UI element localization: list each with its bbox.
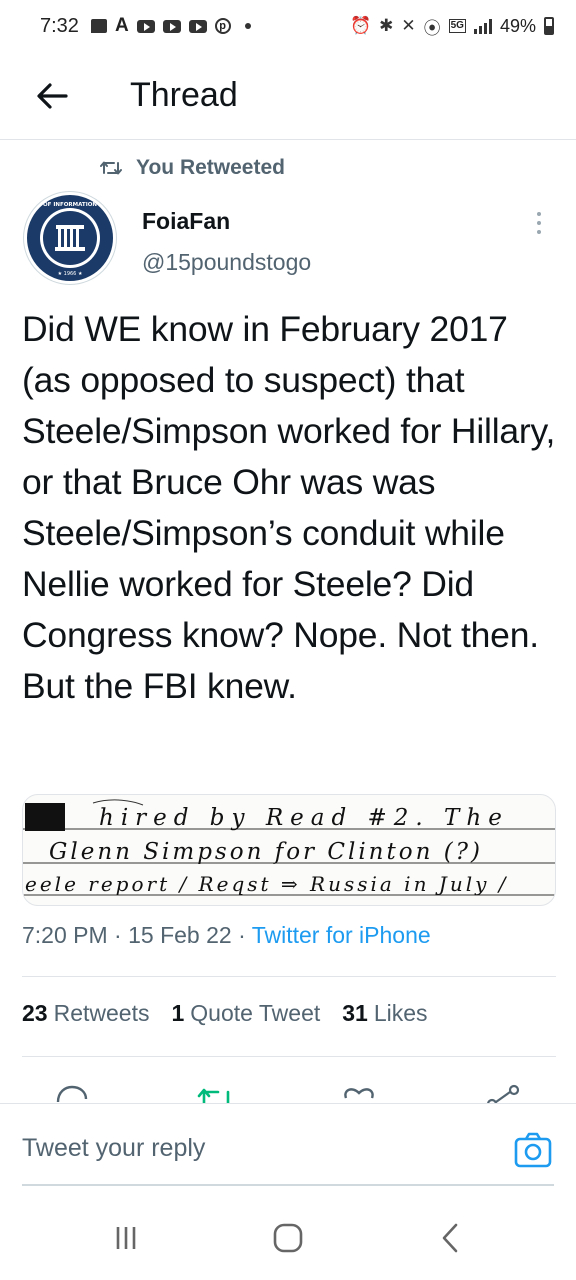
likes-count: 31 <box>342 1000 368 1026</box>
mute-icon: ✕ <box>401 16 416 35</box>
back-icon <box>442 1223 458 1253</box>
status-right: ⏰ ✱ ✕ ⦿ 5G 49% <box>350 14 554 39</box>
system-back-button[interactable] <box>420 1216 480 1260</box>
page-title: Thread <box>130 76 238 114</box>
reply-input[interactable] <box>22 1134 462 1163</box>
tweet-timestamp[interactable]: 7:20 PM · 15 Feb 22 · <box>22 922 252 948</box>
battery-icon <box>544 17 554 35</box>
system-nav-bar <box>0 1196 576 1280</box>
home-button[interactable] <box>258 1216 318 1260</box>
more-dot-icon <box>537 230 541 234</box>
social-context: You Retweeted <box>100 156 285 180</box>
quotes-label: Quote Tweet <box>190 1000 321 1026</box>
camera-icon[interactable] <box>514 1132 552 1168</box>
divider <box>22 1056 556 1057</box>
retweets-stat[interactable]: 23 Retweets <box>22 1000 149 1027</box>
network-type: 5G <box>448 19 466 33</box>
status-left: 7:32 A p <box>40 15 251 38</box>
tweet-meta: 7:20 PM · 15 Feb 22 · Twitter for iPhone <box>22 922 431 949</box>
more-notifications-icon <box>244 23 251 29</box>
reply-underline <box>22 1184 554 1186</box>
svg-text:★ 1966 ★: ★ 1966 ★ <box>58 271 83 277</box>
back-button[interactable] <box>22 66 82 126</box>
pinterest-icon: p <box>214 18 231 34</box>
likes-label: Likes <box>373 1000 428 1026</box>
tweet-text: Did WE know in February 2017 (as opposed… <box>22 309 556 706</box>
avatar[interactable]: OF INFORMATION ★ 1966 ★ <box>24 192 116 284</box>
arrow-left-icon <box>37 82 68 109</box>
tweet-actions <box>0 1076 576 1106</box>
social-context-label: You Retweeted <box>136 156 285 179</box>
tweet-media-image[interactable]: hired by Read #2. The Glenn Simpson for … <box>22 794 556 906</box>
tweet-author: OF INFORMATION ★ 1966 ★ FoiaFan @15pound… <box>24 192 554 284</box>
status-bar: 7:32 A p ⏰ ✱ ✕ ⦿ 5G 49% <box>0 0 576 52</box>
author-name[interactable]: FoiaFan <box>142 208 230 235</box>
more-dot-icon <box>537 212 541 216</box>
battery-level: 49% <box>499 15 536 36</box>
recent-apps-icon <box>116 1227 136 1249</box>
svg-text:OF INFORMATION: OF INFORMATION <box>43 202 97 208</box>
youtube-icon <box>136 19 155 33</box>
handwritten-note-image: hired by Read #2. The Glenn Simpson for … <box>23 799 555 896</box>
home-icon <box>273 1223 303 1253</box>
more-options-button[interactable] <box>524 208 554 238</box>
youtube-icon <box>188 19 207 33</box>
more-dot-icon <box>537 221 541 225</box>
quotes-count: 1 <box>171 1000 185 1026</box>
bluetooth-icon: ✱ <box>379 16 394 35</box>
status-time: 7:32 <box>40 14 79 37</box>
author-handle[interactable]: @15poundstogo <box>142 249 311 276</box>
recent-apps-button[interactable] <box>96 1216 156 1260</box>
media-line-1: hired by Read #2. The <box>99 805 509 831</box>
signal-icon <box>473 18 492 34</box>
foia-seal-logo: OF INFORMATION ★ 1966 ★ <box>28 196 112 280</box>
divider <box>22 976 556 977</box>
media-line-2: Glenn Simpson for Clinton (?) <box>49 839 483 865</box>
retweet-icon <box>100 161 122 175</box>
location-icon: ⦿ <box>423 18 441 38</box>
media-line-3: eele report / Reqst ⇒ Russia in July / <box>25 872 509 896</box>
app-header: Thread <box>0 52 576 140</box>
alarm-icon: ⏰ <box>349 16 372 35</box>
likes-stat[interactable]: 31 Likes <box>342 1000 427 1027</box>
tweet-source-link[interactable]: Twitter for iPhone <box>252 922 431 948</box>
quote-tweets-stat[interactable]: 1 Quote Tweet <box>171 1000 320 1027</box>
retweets-label: Retweets <box>53 1000 150 1026</box>
reply-bar <box>0 1103 576 1195</box>
tweet-stats: 23 Retweets 1 Quote Tweet 31 Likes <box>22 1000 428 1027</box>
youtube-icon <box>162 19 181 33</box>
message-icon <box>90 19 107 33</box>
font-icon: A <box>114 15 129 36</box>
retweets-count: 23 <box>22 1000 48 1026</box>
